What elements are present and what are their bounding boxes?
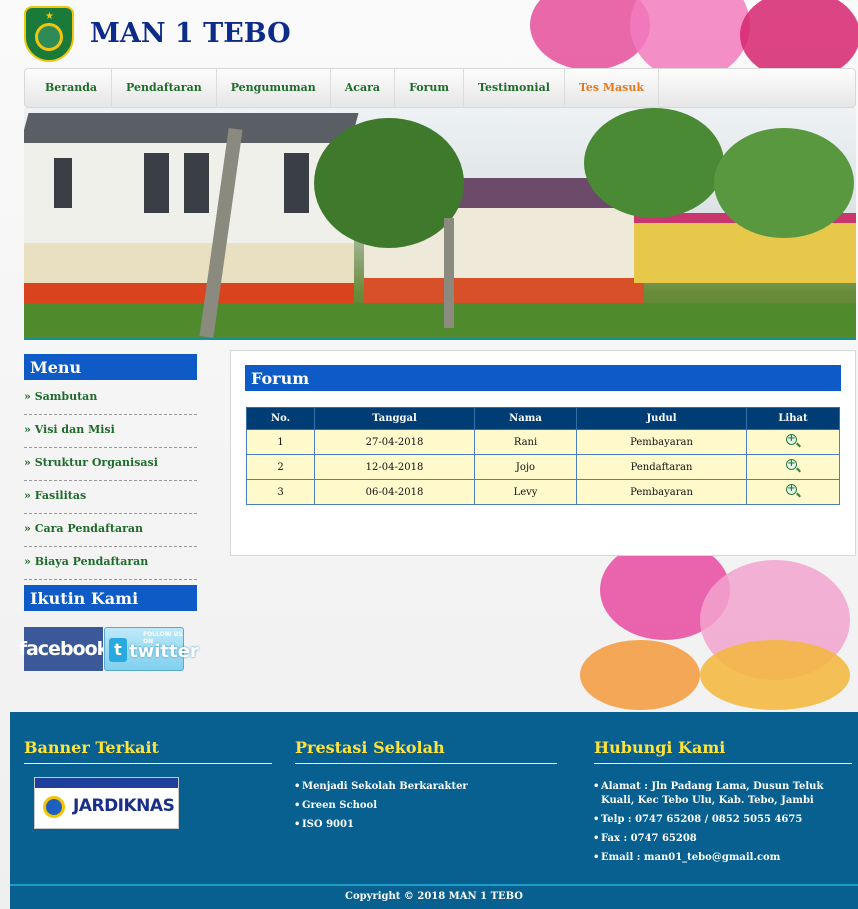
cell-tanggal: 06-04-2018 [314, 479, 475, 505]
cell-lihat: + [746, 429, 840, 455]
copyright-bar: Copyright © 2018 MAN 1 TEBO [10, 884, 858, 909]
decor-blob [700, 640, 850, 710]
twitter-icon: t [109, 638, 127, 662]
banner-tree-trunk [444, 218, 454, 328]
jardiknas-banner[interactable]: JARDIKNAS [34, 777, 179, 829]
contact-phone: Telp : 0747 65208 / 0852 5055 4675 [593, 813, 855, 827]
sidebar-menu: » Sambutan » Visi dan Misi » Struktur Or… [24, 382, 197, 580]
footer-kontak-title: Hubungi Kami [594, 738, 852, 764]
sidebar-follow-title: Ikutin Kami [24, 585, 197, 611]
list-item: Menjadi Sekolah Berkarakter [294, 780, 556, 794]
star-icon: ★ [45, 11, 54, 22]
site-title[interactable]: MAN 1 TEBO [90, 18, 291, 49]
banner-roof [24, 113, 359, 147]
school-logo-icon[interactable]: ★ [24, 6, 74, 62]
cell-nama: Rani [474, 429, 577, 455]
cell-lihat: + [746, 454, 840, 480]
forum-table-header: No. Tanggal Nama Judul Lihat [246, 407, 840, 430]
banner-tree [314, 118, 464, 248]
forum-title: Forum [245, 365, 841, 391]
cell-no: 2 [246, 454, 315, 480]
col-tanggal: Tanggal [314, 407, 475, 430]
banner-window [54, 158, 72, 208]
banner-building [634, 223, 856, 283]
facebook-button[interactable]: facebook [19, 627, 109, 671]
banner-tree [714, 128, 854, 238]
sidebar-item-biaya-pendaftaran[interactable]: » Biaya Pendaftaran [24, 547, 197, 580]
zoom-in-icon[interactable]: + [786, 433, 801, 448]
nav-item-beranda[interactable]: Beranda [31, 68, 113, 108]
cell-judul: Pembayaran [576, 479, 747, 505]
footer-prestasi-title: Prestasi Sekolah [295, 738, 557, 764]
banner-window [184, 153, 209, 213]
contact-fax: Fax : 0747 65208 [593, 832, 855, 846]
twitter-button[interactable]: t FOLLOW US ON twitter [104, 627, 199, 671]
col-lihat: Lihat [746, 407, 840, 430]
cell-judul: Pendaftaran [576, 454, 747, 480]
forum-panel: Forum No. Tanggal Nama Judul Lihat 1 27-… [230, 350, 856, 556]
nav-item-pendaftaran[interactable]: Pendaftaran [112, 68, 217, 108]
decor-blob [580, 640, 700, 710]
contact-email[interactable]: Email : man01_tebo@gmail.com [593, 851, 855, 865]
nav-item-tes-masuk[interactable]: Tes Masuk [565, 68, 659, 108]
sidebar-item-sambutan[interactable]: » Sambutan [24, 382, 197, 415]
cell-lihat: + [746, 479, 840, 505]
zoom-in-icon[interactable]: + [786, 458, 801, 473]
col-no: No. [246, 407, 315, 430]
sidebar-item-cara-pendaftaran[interactable]: » Cara Pendaftaran [24, 514, 197, 547]
cell-tanggal: 27-04-2018 [314, 429, 475, 455]
banner-band [24, 243, 354, 283]
list-item: ISO 9001 [294, 818, 556, 832]
cell-nama: Jojo [474, 454, 577, 480]
sidebar-item-visi-misi[interactable]: » Visi dan Misi [24, 415, 197, 448]
main-nav: Beranda Pendaftaran Pengumuman Acara For… [24, 68, 856, 108]
list-item: Green School [294, 799, 556, 813]
nav-item-acara[interactable]: Acara [331, 68, 396, 108]
contact-address: Alamat : Jln Padang Lama, Dusun Teluk Ku… [593, 780, 855, 808]
table-row: 1 27-04-2018 Rani Pembayaran + [246, 429, 840, 455]
col-nama: Nama [474, 407, 577, 430]
cell-nama: Levy [474, 479, 577, 505]
table-row: 3 06-04-2018 Levy Pembayaran + [246, 479, 840, 505]
banner-window [144, 153, 169, 213]
forum-table: No. Tanggal Nama Judul Lihat 1 27-04-201… [246, 407, 840, 505]
banner-tree [584, 108, 724, 218]
banner-grass [24, 303, 856, 338]
nav-item-pengumuman[interactable]: Pengumuman [217, 68, 331, 108]
prestasi-list: Menjadi Sekolah Berkarakter Green School… [294, 780, 556, 837]
sidebar-item-struktur-organisasi[interactable]: » Struktur Organisasi [24, 448, 197, 481]
sidebar-item-fasilitas[interactable]: » Fasilitas [24, 481, 197, 514]
footer-banner-title: Banner Terkait [24, 738, 272, 764]
banner-base [364, 278, 644, 306]
sidebar-menu-title: Menu [24, 354, 197, 380]
cell-no: 3 [246, 479, 315, 505]
banner-window [284, 153, 309, 213]
emblem-ring [35, 23, 63, 51]
site-footer: Banner Terkait JARDIKNAS Prestasi Sekola… [10, 712, 858, 884]
zoom-in-icon[interactable]: + [786, 483, 801, 498]
nav-item-forum[interactable]: Forum [395, 68, 465, 108]
kontak-list: Alamat : Jln Padang Lama, Dusun Teluk Ku… [593, 780, 855, 870]
nav-item-testimonial[interactable]: Testimonial [464, 68, 565, 108]
jardiknas-stripe [35, 778, 178, 788]
table-row: 2 12-04-2018 Jojo Pendaftaran + [246, 454, 840, 480]
col-judul: Judul [576, 407, 747, 430]
cell-judul: Pembayaran [576, 429, 747, 455]
twitter-label: twitter [129, 641, 199, 662]
school-banner-image [24, 108, 856, 340]
cell-tanggal: 12-04-2018 [314, 454, 475, 480]
jardiknas-label: JARDIKNAS [73, 796, 175, 816]
jardiknas-logo-icon [43, 796, 65, 818]
cell-no: 1 [246, 429, 315, 455]
